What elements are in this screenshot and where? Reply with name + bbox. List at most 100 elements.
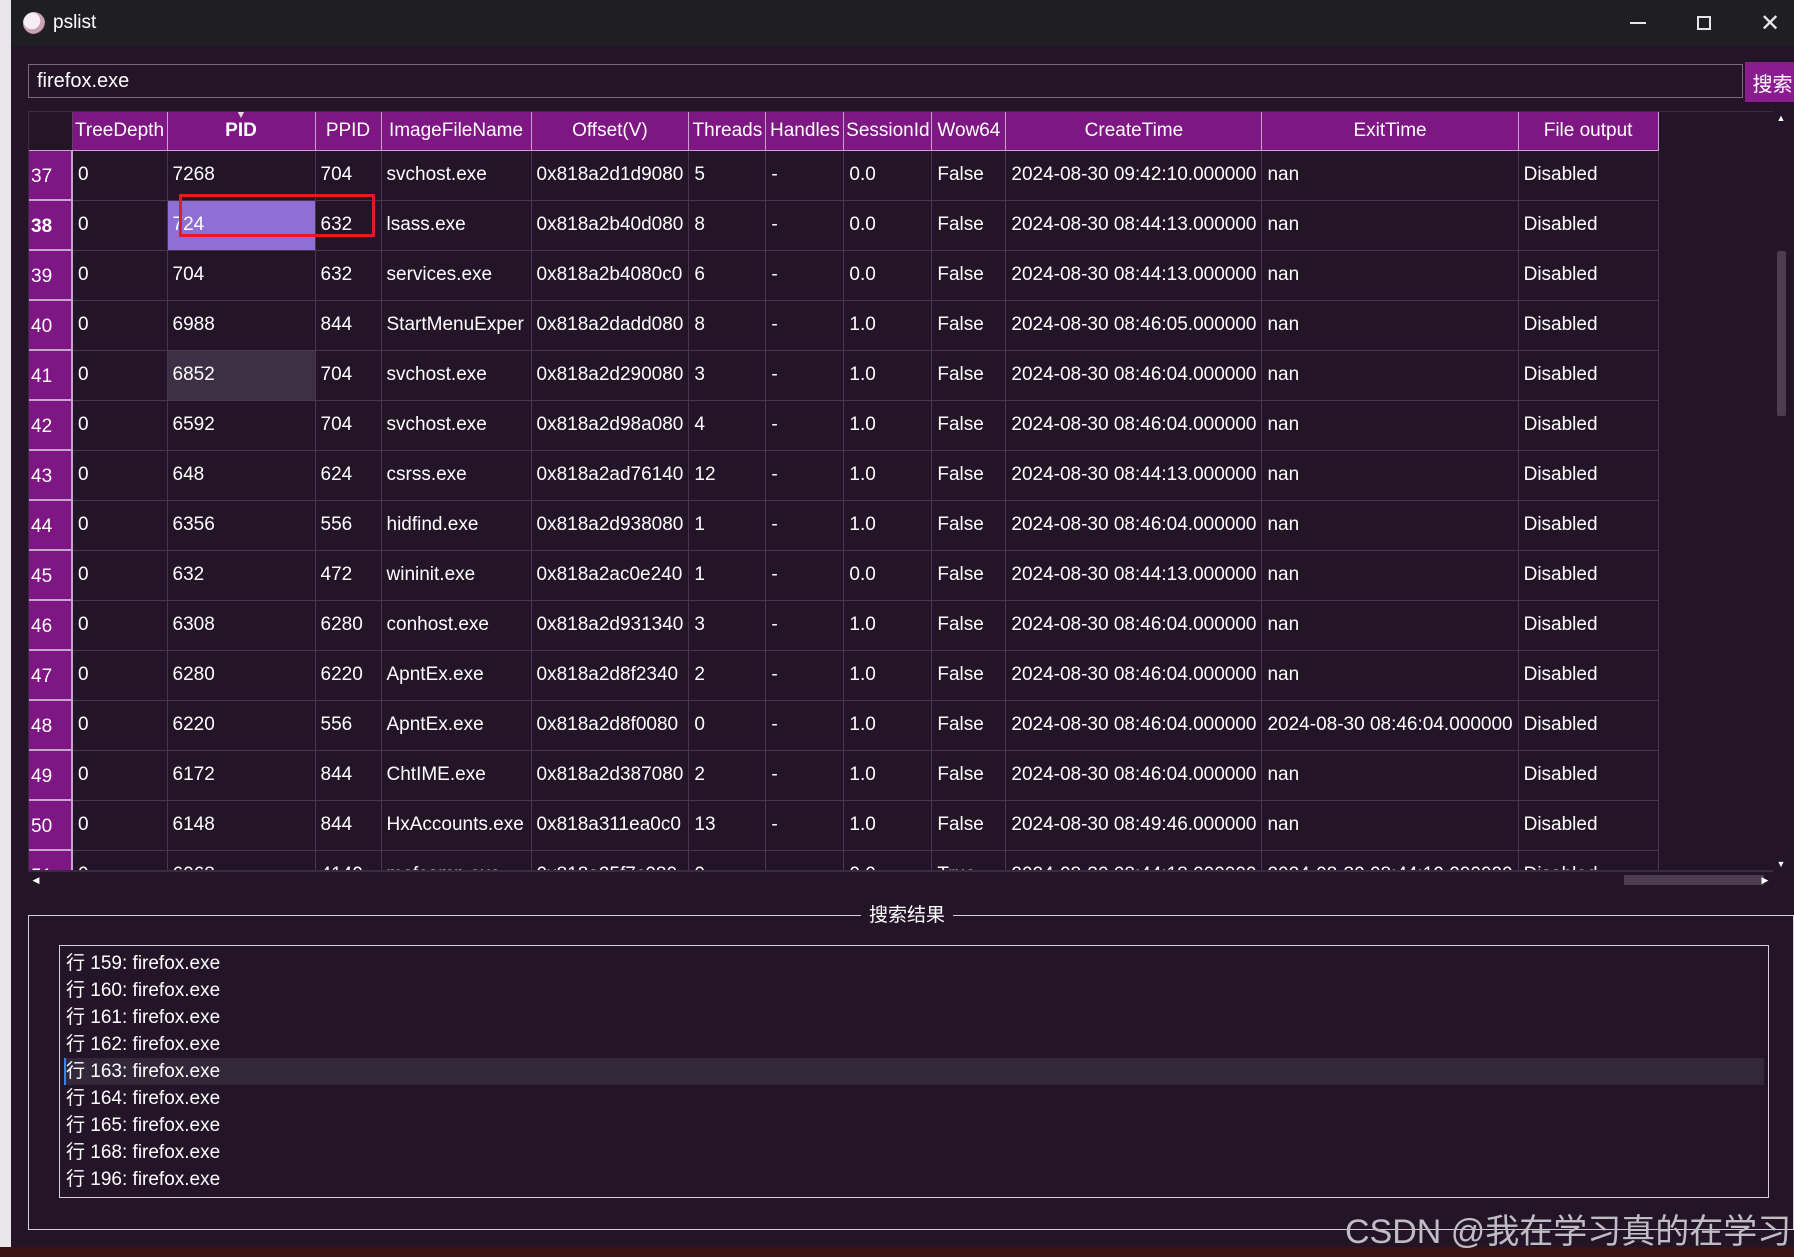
table-cell[interactable]: 0 [688, 700, 767, 751]
table-cell[interactable]: 0 [72, 500, 168, 551]
table-cell[interactable]: 1.0 [843, 800, 933, 851]
table-cell[interactable]: - [765, 850, 845, 870]
table-cell[interactable]: 704 [315, 350, 382, 401]
table-cell[interactable]: nan [1261, 450, 1519, 501]
table-cell[interactable]: Disabled [1518, 850, 1659, 870]
list-item[interactable]: 行 165: firefox.exe [64, 1112, 1764, 1139]
table-row[interactable]: 40 0 6988 844 StartMenuExper 0x818a2dadd080 8-… [29, 300, 1659, 351]
table-cell[interactable]: 648 [167, 450, 316, 501]
table-cell[interactable]: 1.0 [843, 350, 933, 401]
row-header[interactable]: 51 [29, 850, 73, 870]
table-cell[interactable]: 0.0 [843, 550, 933, 601]
list-item[interactable]: 行 161: firefox.exe [64, 1004, 1764, 1031]
table-cell[interactable]: 1 [688, 550, 767, 601]
table-row[interactable]: 49 0 6172 844 ChtIME.exe 0x818a2d387080 2-1.0 F… [29, 750, 1659, 801]
table-cell[interactable]: 0x818a2dadd080 [531, 300, 690, 351]
column-header-exittime[interactable]: ExitTime [1261, 112, 1519, 151]
row-header[interactable]: 45 [29, 550, 73, 601]
table-cell[interactable]: mofcomp.exe [381, 850, 532, 870]
column-header-sessionid[interactable]: SessionId [843, 112, 933, 151]
table-cell[interactable]: 0x818a311ea0c0 [531, 800, 690, 851]
table-cell[interactable]: 2024-08-30 08:46:04.000000 [1005, 350, 1263, 401]
table-cell[interactable]: 2024-08-30 08:46:04.000000 [1005, 600, 1263, 651]
table-cell[interactable]: - [765, 350, 845, 401]
table-cell[interactable]: False [931, 150, 1007, 201]
table-cell[interactable]: 0x818a2d8f0080 [531, 700, 690, 751]
table-cell[interactable]: nan [1261, 500, 1519, 551]
process-table[interactable]: TreeDepth ▼ PID PPID ImageFileName Offset(V) T… [28, 111, 1789, 871]
table-cell[interactable]: Disabled [1518, 200, 1659, 251]
table-cell[interactable]: - [765, 450, 845, 501]
list-item[interactable]: 行 160: firefox.exe [64, 977, 1764, 1004]
table-cell[interactable]: 3 [688, 350, 767, 401]
table-cell[interactable]: services.exe [381, 250, 532, 301]
table-cell[interactable]: False [931, 300, 1007, 351]
search-button[interactable]: 搜索 [1745, 62, 1794, 102]
table-cell[interactable]: ApntEx.exe [381, 700, 532, 751]
table-cell[interactable]: 4140 [315, 850, 382, 870]
column-header-offset-v[interactable]: Offset(V) [531, 112, 690, 151]
table-cell[interactable]: nan [1261, 300, 1519, 351]
table-cell[interactable]: 844 [315, 300, 382, 351]
table-row[interactable]: 50 0 6148 844 HxAccounts.exe 0x818a311ea0c0 13… [29, 800, 1659, 851]
row-header[interactable]: 47 [29, 650, 73, 701]
table-cell[interactable]: 0x818a2d931340 [531, 600, 690, 651]
corner-cell[interactable] [29, 112, 73, 151]
table-cell[interactable]: 6356 [167, 500, 316, 551]
table-cell[interactable]: - [765, 400, 845, 451]
table-cell[interactable]: 704 [315, 150, 382, 201]
table-cell[interactable]: HxAccounts.exe [381, 800, 532, 851]
table-cell[interactable]: 624 [315, 450, 382, 501]
row-header[interactable]: 37 [29, 150, 73, 201]
table-cell[interactable]: nan [1261, 200, 1519, 251]
table-row[interactable]: 44 0 6356 556 hidfind.exe 0x818a2d938080 1-1.0… [29, 500, 1659, 551]
table-cell[interactable]: 0 [72, 600, 168, 651]
table-cell[interactable]: False [931, 800, 1007, 851]
table-cell[interactable]: 6220 [315, 650, 382, 701]
row-header[interactable]: 49 [29, 750, 73, 801]
table-cell[interactable]: 0x818a2d290080 [531, 350, 690, 401]
table-cell[interactable]: 5 [688, 150, 767, 201]
table-cell[interactable]: 7268 [167, 150, 316, 201]
table-cell[interactable]: 1 [688, 500, 767, 551]
horizontal-scroll-thumb[interactable] [1624, 875, 1764, 885]
table-cell[interactable]: 556 [315, 700, 382, 751]
table-cell[interactable]: 844 [315, 800, 382, 851]
table-cell[interactable]: 0 [72, 700, 168, 751]
table-cell[interactable]: nan [1261, 350, 1519, 401]
table-cell[interactable]: hidfind.exe [381, 500, 532, 551]
row-header[interactable]: 46 [29, 600, 73, 651]
table-cell[interactable]: 0 [72, 650, 168, 701]
table-cell[interactable]: 472 [315, 550, 382, 601]
list-item[interactable]: 行 168: firefox.exe [64, 1139, 1764, 1166]
horizontal-scrollbar[interactable]: ◀ ▶ [28, 871, 1773, 888]
table-cell[interactable]: 1.0 [843, 300, 933, 351]
table-cell[interactable]: nan [1261, 400, 1519, 451]
table-cell[interactable]: Disabled [1518, 750, 1659, 801]
column-header-file-output[interactable]: File output [1518, 112, 1659, 151]
table-cell[interactable]: 6148 [167, 800, 316, 851]
table-cell[interactable]: 0x818a2ad76140 [531, 450, 690, 501]
table-cell[interactable]: Disabled [1518, 600, 1659, 651]
list-item[interactable]: 行 159: firefox.exe [64, 950, 1764, 977]
table-cell[interactable]: Disabled [1518, 650, 1659, 701]
table-cell[interactable]: 0x818a2b4080c0 [531, 250, 690, 301]
table-row[interactable]: 37 0 7268 704 svchost.exe 0x818a2d1d9080 5-0.0… [29, 150, 1659, 201]
table-cell[interactable]: 2024-08-30 08:46:04.000000 [1005, 400, 1263, 451]
table-cell[interactable]: 2024-08-30 08:46:04.000000 [1005, 650, 1263, 701]
table-row[interactable]: 45 0 632 472 wininit.exe 0x818a2ac0e240 1-0.0 F… [29, 550, 1659, 601]
table-cell[interactable]: 0x818a2b40d080 [531, 200, 690, 251]
vertical-scrollbar[interactable]: ▲ ▼ [1773, 111, 1789, 871]
table-cell[interactable]: 2024-08-30 08:46:04.000000 [1005, 700, 1263, 751]
scroll-up-icon[interactable]: ▲ [1773, 111, 1789, 125]
table-row[interactable]: 42 0 6592 704 svchost.exe 0x818a2d98a080 4-1.0… [29, 400, 1659, 451]
table-cell[interactable]: 1.0 [843, 650, 933, 701]
table-cell[interactable]: False [931, 450, 1007, 501]
table-cell[interactable]: False [931, 750, 1007, 801]
table-cell[interactable]: False [931, 200, 1007, 251]
minimize-button[interactable] [1605, 0, 1671, 46]
table-cell[interactable]: 4 [688, 400, 767, 451]
table-row[interactable]: 51060684140mofcomp.exe0x818a25f7c0800-0.… [29, 850, 1659, 870]
table-cell[interactable]: 0x818a2d1d9080 [531, 150, 690, 201]
table-cell[interactable]: 13 [688, 800, 767, 851]
